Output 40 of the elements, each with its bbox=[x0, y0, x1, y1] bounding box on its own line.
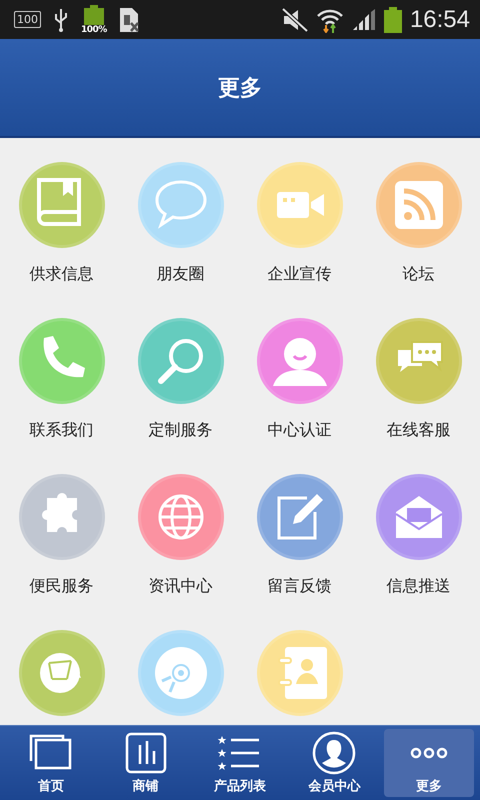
nav-tab[interactable]: 商铺 bbox=[100, 729, 191, 797]
menu-item[interactable]: 中心认证 bbox=[240, 318, 359, 474]
nav-tab[interactable]: 更多 bbox=[384, 729, 474, 797]
usb-icon bbox=[53, 8, 69, 32]
menu-item[interactable]: 朋友圈 bbox=[121, 162, 240, 318]
menu-item[interactable]: 论坛 bbox=[359, 162, 478, 318]
menu-item-label: 信息推送 bbox=[386, 576, 450, 597]
battery-icon bbox=[84, 4, 104, 24]
menu-item-label: 中心认证 bbox=[268, 420, 332, 441]
page-title: 更多 bbox=[218, 74, 262, 102]
battery-percent: 100% bbox=[81, 24, 107, 34]
menu-item-label: 供求信息 bbox=[30, 264, 94, 285]
menu-item-label: 在线客服 bbox=[386, 420, 450, 441]
menu-item-label: 留言反馈 bbox=[268, 576, 332, 597]
signal-icon bbox=[352, 8, 376, 30]
menu-item[interactable]: 资讯中心 bbox=[121, 474, 240, 630]
menu-item[interactable]: 在线客服 bbox=[359, 318, 478, 474]
menu-item[interactable]: 企业宣传 bbox=[240, 162, 359, 318]
menu-item[interactable]: 信息推送 bbox=[359, 474, 478, 630]
menu-item[interactable]: 便民服务 bbox=[2, 474, 121, 630]
menu-item-label: 便民服务 bbox=[30, 576, 94, 597]
clock: 16:54 bbox=[410, 6, 470, 34]
notification-count: 100 bbox=[14, 11, 41, 28]
menu-item[interactable]: 联系我们 bbox=[2, 318, 121, 474]
menu-item-label: 资讯中心 bbox=[148, 576, 212, 597]
menu-item[interactable]: 定制服务 bbox=[121, 318, 240, 474]
menu-item-label: 企业宣传 bbox=[268, 264, 332, 285]
sim-card-icon bbox=[118, 6, 141, 32]
menu-item-label: 论坛 bbox=[402, 264, 434, 285]
nav-tab[interactable]: 会员中心 bbox=[289, 729, 380, 797]
battery-icon bbox=[384, 6, 402, 32]
menu-item-label: 定制服务 bbox=[148, 420, 212, 441]
dots-icon bbox=[410, 747, 448, 759]
mute-icon bbox=[282, 8, 308, 32]
menu-item[interactable]: 供求信息 bbox=[2, 162, 121, 318]
menu-item[interactable]: 留言反馈 bbox=[240, 474, 359, 630]
menu-item-label: 朋友圈 bbox=[156, 264, 204, 285]
nav-tab[interactable]: 首页 bbox=[6, 729, 96, 797]
menu-item-label: 联系我们 bbox=[30, 420, 94, 441]
nav-tab[interactable]: 产品列表 bbox=[194, 729, 286, 797]
